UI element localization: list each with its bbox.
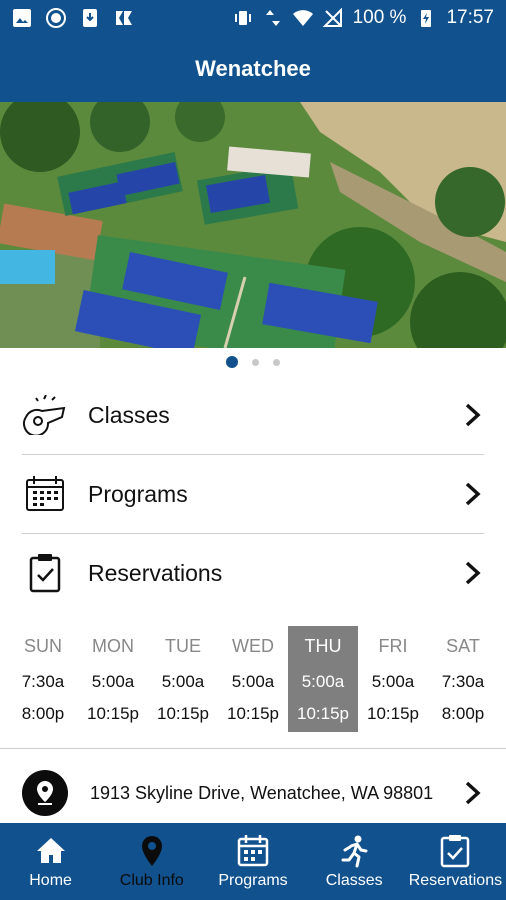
- nav-label: Reservations: [408, 871, 503, 889]
- page-title: Wenatchee: [195, 56, 311, 81]
- calendar-icon: [237, 834, 269, 866]
- battery-percent: 100 %: [352, 7, 407, 28]
- day-name: TUE: [165, 636, 201, 656]
- day-name: FRI: [378, 636, 408, 656]
- close-time: 8:00p: [441, 704, 485, 723]
- nav-label: Classes: [325, 871, 383, 889]
- carousel-dot[interactable]: [252, 358, 259, 366]
- whistle-icon: [22, 392, 68, 438]
- club-address: 1913 Skyline Drive, Wenatchee, WA 98801: [90, 782, 434, 803]
- nav-home[interactable]: Home: [0, 823, 101, 900]
- hours-day-mon: MON 5:00a 10:15p: [78, 626, 148, 732]
- hero-carousel[interactable]: [0, 102, 506, 348]
- data-arrows-icon: [265, 10, 280, 26]
- nav-classes[interactable]: Classes: [304, 823, 405, 900]
- hours-day-sun: SUN 7:30a 8:00p: [8, 626, 78, 732]
- nav-label: Club Info: [119, 871, 184, 889]
- location-pin-icon: [141, 835, 162, 866]
- app-notification-icon: [116, 11, 132, 25]
- hours-day-tue: TUE 5:00a 10:15p: [148, 626, 218, 732]
- runner-icon: [341, 835, 368, 867]
- hours-day-sat: SAT 7:30a 8:00p: [428, 626, 498, 732]
- hours-day-fri: FRI 5:00a 10:15p: [358, 626, 428, 732]
- download-notification-icon: [83, 9, 97, 27]
- day-name: MON: [92, 636, 134, 656]
- nav-club-info[interactable]: Club Info: [101, 823, 202, 900]
- bottom-nav: Home Club Info Programs Classes Reservat…: [0, 823, 506, 900]
- club-hours: SUN 7:30a 8:00p MON 5:00a 10:15p TUE 5:0…: [8, 626, 498, 732]
- menu-item-label: Reservations: [88, 559, 223, 586]
- open-time: 7:30a: [21, 672, 65, 691]
- carousel-dot[interactable]: [273, 358, 280, 366]
- close-time: 10:15p: [87, 704, 139, 723]
- clock: 17:57: [446, 7, 494, 28]
- club-aerial-photo: [0, 102, 506, 348]
- chevron-right-icon: [465, 561, 481, 585]
- day-name: SUN: [23, 636, 62, 656]
- clipboard-check-icon: [441, 834, 470, 867]
- day-name: THU: [304, 636, 342, 656]
- open-time: 7:30a: [441, 672, 485, 691]
- close-time: 10:15p: [157, 704, 209, 723]
- close-time: 8:00p: [21, 704, 65, 723]
- calendar-icon: [22, 471, 68, 517]
- open-time: 5:00a: [161, 672, 205, 691]
- club-menu: Classes Programs Reservations: [0, 376, 506, 612]
- nav-reservations[interactable]: Reservations: [405, 823, 506, 900]
- day-name: SAT: [446, 636, 480, 656]
- open-time: 5:00a: [91, 672, 135, 691]
- close-time: 10:15p: [227, 704, 279, 723]
- open-time: 5:00a: [371, 672, 415, 691]
- menu-item-classes[interactable]: Classes: [0, 376, 506, 454]
- chevron-right-icon: [465, 781, 481, 805]
- no-signal-icon: [322, 8, 342, 27]
- nav-programs[interactable]: Programs: [202, 823, 303, 900]
- day-name: WED: [232, 636, 274, 656]
- open-time: 5:00a: [301, 672, 345, 691]
- wifi-icon: [292, 10, 313, 26]
- open-time: 5:00a: [231, 672, 275, 691]
- menu-item-reservations[interactable]: Reservations: [0, 534, 506, 612]
- home-icon: [36, 837, 65, 863]
- app-bar: Wenatchee: [0, 36, 506, 102]
- vibrate-icon: [234, 11, 251, 25]
- menu-item-programs[interactable]: Programs: [0, 455, 506, 533]
- nav-label: Programs: [218, 871, 288, 889]
- notification-icons: [12, 8, 134, 28]
- hours-day-wed: WED 5:00a 10:15p: [218, 626, 288, 732]
- status-bar: 100 % 17:57: [0, 0, 506, 36]
- carousel-dot[interactable]: [226, 356, 238, 368]
- nav-label: Home: [29, 871, 72, 889]
- carousel-indicator: [0, 352, 506, 372]
- location-pin-icon: [22, 770, 68, 816]
- menu-item-label: Programs: [88, 480, 188, 507]
- battery-charging-icon: [421, 10, 432, 27]
- close-time: 10:15p: [367, 704, 419, 723]
- address-row[interactable]: 1913 Skyline Drive, Wenatchee, WA 98801: [0, 762, 506, 824]
- hours-day-thu-today: THU 5:00a 10:15p: [288, 626, 358, 732]
- chevron-right-icon: [465, 403, 481, 427]
- chevron-right-icon: [465, 482, 481, 506]
- divider: [0, 748, 506, 749]
- image-notification-icon: [13, 9, 31, 27]
- record-icon: [46, 8, 66, 28]
- close-time: 10:15p: [297, 704, 349, 723]
- menu-item-label: Classes: [88, 401, 170, 428]
- clipboard-check-icon: [22, 550, 68, 596]
